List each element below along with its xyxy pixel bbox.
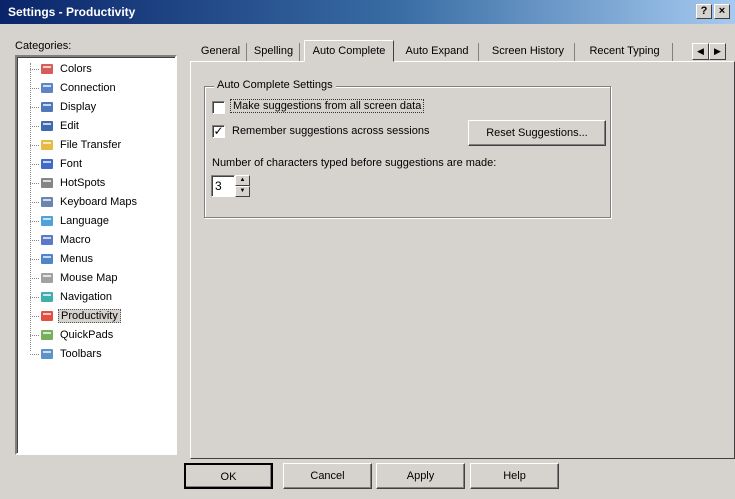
tree-connector bbox=[30, 69, 39, 70]
category-label: Menus bbox=[60, 253, 94, 265]
quickpads-icon bbox=[39, 327, 55, 343]
tab-spelling[interactable]: Spelling bbox=[248, 43, 300, 62]
tree-connector bbox=[30, 202, 39, 203]
category-file-transfer[interactable]: File Transfer bbox=[39, 136, 123, 154]
group-title: Auto Complete Settings bbox=[214, 79, 336, 91]
menus-icon bbox=[39, 251, 55, 267]
category-label: Toolbars bbox=[60, 348, 102, 360]
productivity-icon bbox=[39, 308, 55, 324]
tree-connector bbox=[30, 240, 39, 241]
close-title-button[interactable]: × bbox=[714, 4, 730, 19]
category-productivity[interactable]: Productivity bbox=[39, 307, 121, 325]
category-font[interactable]: Font bbox=[39, 155, 84, 173]
macro-icon bbox=[39, 232, 55, 248]
make-suggestions-text: Make suggestions from all screen data bbox=[230, 99, 425, 113]
tree-connector bbox=[30, 221, 39, 222]
tab-recent-typing[interactable]: Recent Typing bbox=[577, 43, 673, 62]
category-label: Display bbox=[60, 101, 97, 113]
category-label: HotSpots bbox=[60, 177, 106, 189]
mouse-icon bbox=[39, 270, 55, 286]
keyboard-icon bbox=[39, 194, 55, 210]
category-label: Keyboard Maps bbox=[60, 196, 138, 208]
chars-count-input[interactable]: 3 bbox=[211, 175, 235, 197]
category-toolbars[interactable]: Toolbars bbox=[39, 345, 104, 363]
category-label: Connection bbox=[60, 82, 116, 94]
apply-button[interactable]: Apply bbox=[376, 463, 465, 489]
connection-icon bbox=[39, 80, 55, 96]
category-label: Font bbox=[60, 158, 83, 170]
category-language[interactable]: Language bbox=[39, 212, 111, 230]
tab-screen-history[interactable]: Screen History bbox=[482, 43, 575, 62]
category-label: Language bbox=[60, 215, 109, 227]
categories-tree[interactable]: Colors Connection Display Edit File Transfer… bbox=[15, 55, 177, 455]
category-macro[interactable]: Macro bbox=[39, 231, 93, 249]
categories-label: Categories: bbox=[15, 40, 72, 52]
edit-icon bbox=[39, 118, 55, 134]
category-label: File Transfer bbox=[60, 139, 122, 151]
language-icon bbox=[39, 213, 55, 229]
tree-connector bbox=[30, 183, 39, 184]
tab-auto-expand[interactable]: Auto Expand bbox=[396, 43, 479, 62]
navigation-icon bbox=[39, 289, 55, 305]
tree-connector bbox=[30, 126, 39, 127]
category-quickpads[interactable]: QuickPads bbox=[39, 326, 115, 344]
checkmark-icon: ✓ bbox=[213, 124, 224, 138]
font-icon bbox=[39, 156, 55, 172]
spin-up-icon[interactable]: ▲ bbox=[235, 175, 250, 186]
cancel-button[interactable]: Cancel bbox=[283, 463, 372, 489]
tree-connector bbox=[30, 335, 39, 336]
category-connection[interactable]: Connection bbox=[39, 79, 118, 97]
tab-scroll-left-icon[interactable]: ◀ bbox=[692, 43, 709, 60]
window-title: Settings - Productivity bbox=[8, 5, 136, 19]
category-edit[interactable]: Edit bbox=[39, 117, 81, 135]
tree-connector bbox=[30, 164, 39, 165]
category-label: QuickPads bbox=[60, 329, 114, 341]
category-mouse-map[interactable]: Mouse Map bbox=[39, 269, 119, 287]
hotspots-icon bbox=[39, 175, 55, 191]
tree-connector bbox=[30, 297, 39, 298]
category-label: Colors bbox=[60, 63, 92, 75]
tab-scroll-right-icon[interactable]: ▶ bbox=[709, 43, 726, 60]
tab-general[interactable]: General bbox=[195, 43, 247, 62]
category-label: Productivity bbox=[58, 309, 121, 323]
remember-suggestions-checkbox[interactable]: ✓ bbox=[212, 125, 225, 138]
reset-suggestions-button[interactable]: Reset Suggestions... bbox=[468, 120, 606, 146]
make-suggestions-checkbox[interactable] bbox=[212, 101, 225, 114]
category-label: Navigation bbox=[60, 291, 112, 303]
remember-suggestions-label[interactable]: Remember suggestions across sessions bbox=[232, 125, 429, 137]
tree-connector bbox=[30, 259, 39, 260]
category-keyboard-maps[interactable]: Keyboard Maps bbox=[39, 193, 139, 211]
category-hotspots[interactable]: HotSpots bbox=[39, 174, 107, 192]
category-navigation[interactable]: Navigation bbox=[39, 288, 114, 306]
category-display[interactable]: Display bbox=[39, 98, 98, 116]
tree-connector bbox=[30, 145, 39, 146]
spin-down-icon[interactable]: ▼ bbox=[235, 186, 250, 197]
category-colors[interactable]: Colors bbox=[39, 60, 94, 78]
file-transfer-icon bbox=[39, 137, 55, 153]
category-label: Edit bbox=[60, 120, 79, 132]
title-bar: Settings - Productivity ? × bbox=[0, 0, 735, 24]
help-title-button[interactable]: ? bbox=[696, 4, 712, 19]
category-label: Macro bbox=[60, 234, 91, 246]
category-label: Mouse Map bbox=[60, 272, 118, 284]
category-menus[interactable]: Menus bbox=[39, 250, 95, 268]
tree-connector bbox=[30, 107, 39, 108]
make-suggestions-label[interactable]: Make suggestions from all screen data bbox=[230, 99, 425, 113]
tree-connector bbox=[30, 354, 39, 355]
display-icon bbox=[39, 99, 55, 115]
help-button[interactable]: Help bbox=[470, 463, 559, 489]
tree-connector bbox=[30, 278, 39, 279]
ok-button[interactable]: OK bbox=[184, 463, 273, 489]
toolbars-icon bbox=[39, 346, 55, 362]
tree-connector bbox=[30, 88, 39, 89]
tab-auto-complete[interactable]: Auto Complete bbox=[304, 40, 394, 62]
chars-typed-label: Number of characters typed before sugges… bbox=[212, 157, 497, 169]
tree-connector bbox=[30, 316, 39, 317]
tab-scroll-arrows: ◀ ▶ bbox=[692, 43, 726, 60]
colors-icon bbox=[39, 61, 55, 77]
